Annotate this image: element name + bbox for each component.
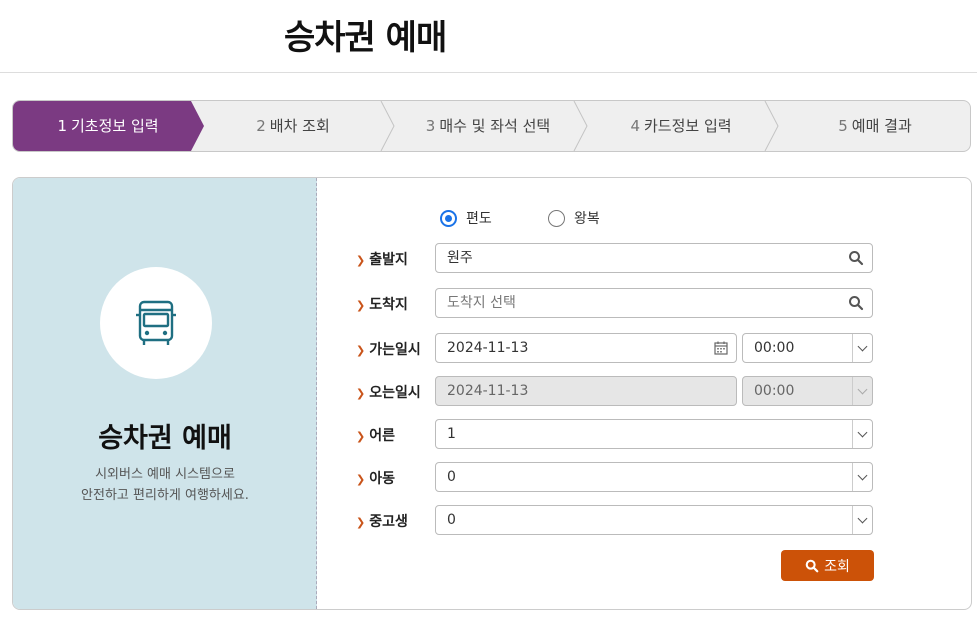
search-button[interactable]: 조회 [781,550,874,581]
departure-label: ❯ 출발지 [356,249,408,269]
return-label-text: 오는일시 [369,385,421,401]
return-date-input: 2024-11-13 [435,376,737,406]
go-date-value: 2024-11-13 [447,340,529,356]
departure-value: 원주 [447,250,473,266]
departure-input[interactable]: 원주 [435,243,873,273]
step-number: 4 [630,117,640,135]
go-time-value: 00:00 [754,340,795,356]
chevron-down-icon [852,377,872,405]
radio-roundtrip[interactable]: 왕복 [548,208,600,228]
arrival-placeholder: 도착지 선택 [447,295,516,311]
step-3: 3 매수 및 좌석 선택 [393,101,583,151]
step-label: 기초정보 입력 [70,117,159,135]
arrival-input[interactable]: 도착지 선택 [435,288,873,318]
teen-label-text: 중고생 [369,514,408,530]
arrival-label-text: 도착지 [369,297,408,313]
side-desc-line2: 안전하고 편리하게 여행하세요. [81,488,249,503]
child-label-text: 아동 [369,471,395,487]
radio-oneway-label: 편도 [466,211,492,227]
step-4: 4 카드정보 입력 [586,101,776,151]
teen-label: ❯ 중고생 [356,511,408,531]
adult-label: ❯ 어른 [356,425,395,445]
arrow-icon: ❯ [356,387,366,400]
go-date-input[interactable]: 2024-11-13 [435,333,737,363]
arrival-label: ❯ 도착지 [356,294,408,314]
return-datetime-label: ❯ 오는일시 [356,382,421,402]
bus-icon-circle [100,267,212,379]
step-label: 배차 조회 [269,117,330,135]
chevron-down-icon[interactable] [852,334,872,362]
go-datetime-label: ❯ 가는일시 [356,339,421,359]
step-2: 2 배차 조회 [203,101,383,151]
step-progress-bar: 1 기초정보 입력 2 배차 조회 3 매수 및 좌석 선택 4 카드정보 입력 5 예매… [12,100,971,152]
arrow-icon: ❯ [356,473,366,486]
radio-checked-icon[interactable] [440,209,457,227]
side-title: 승차권 예매 [98,423,232,454]
step-1: 1 기초정보 입력 [13,101,203,151]
adult-count-select[interactable]: 1 [435,419,873,449]
chevron-down-icon[interactable] [852,506,872,534]
bus-icon [136,300,176,345]
go-label-text: 가는일시 [369,342,421,358]
departure-label-text: 출발지 [369,252,408,268]
return-time-value: 00:00 [754,383,795,399]
arrow-icon: ❯ [356,344,366,357]
arrow-icon: ❯ [356,516,366,529]
search-icon[interactable] [848,295,864,311]
chevron-down-icon[interactable] [852,420,872,448]
adult-label-text: 어른 [369,428,395,444]
arrow-icon: ❯ [356,299,366,312]
chevron-down-icon[interactable] [852,463,872,491]
step-number: 2 [256,117,266,135]
arrow-icon: ❯ [356,254,366,267]
teen-count-value: 0 [447,512,456,528]
step-number: 1 [57,117,67,135]
search-icon [805,559,819,572]
page-title: 승차권 예매 [284,18,447,58]
child-count-select[interactable]: 0 [435,462,873,492]
calendar-icon[interactable] [714,341,728,355]
adult-count-value: 1 [447,426,456,442]
step-label: 예매 결과 [851,117,912,135]
return-time-select: 00:00 [742,376,873,406]
go-time-select[interactable]: 00:00 [742,333,873,363]
return-date-value: 2024-11-13 [447,383,529,399]
radio-unchecked-icon[interactable] [548,209,565,227]
arrow-icon: ❯ [356,430,366,443]
step-label: 매수 및 좌석 선택 [439,117,551,135]
teen-count-select[interactable]: 0 [435,505,873,535]
search-button-label: 조회 [824,558,850,575]
child-label: ❯ 아동 [356,468,395,488]
search-icon[interactable] [848,250,864,266]
side-panel: 승차권 예매 시외버스 예매 시스템으로 안전하고 편리하게 여행하세요. [13,178,317,609]
step-number: 5 [838,117,848,135]
booking-panel: 승차권 예매 시외버스 예매 시스템으로 안전하고 편리하게 여행하세요. 편도… [12,177,972,610]
step-number: 3 [425,117,436,135]
title-divider [0,72,977,73]
radio-oneway[interactable]: 편도 [440,208,492,228]
step-5: 5 예매 결과 [778,101,970,151]
child-count-value: 0 [447,469,456,485]
side-desc-line1: 시외버스 예매 시스템으로 [95,467,235,482]
step-label: 카드정보 입력 [643,117,732,135]
radio-roundtrip-label: 왕복 [574,211,600,227]
